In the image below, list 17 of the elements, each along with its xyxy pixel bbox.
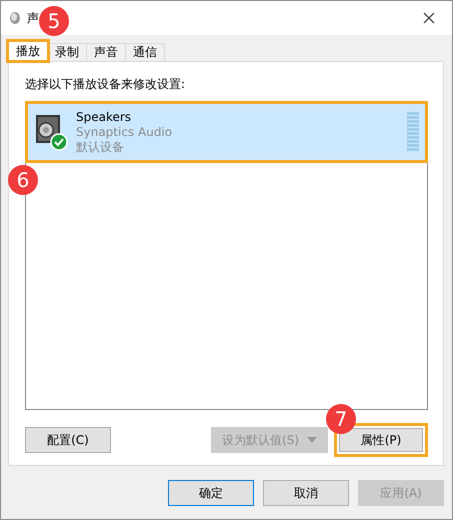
tab[interactable]: 播放 xyxy=(8,41,48,61)
speaker-icon xyxy=(34,113,68,151)
device-name: Speakers xyxy=(76,110,132,124)
device-status: 默认设备 xyxy=(76,140,125,154)
device-item[interactable]: Speakers Synaptics Audio 默认设备 xyxy=(28,104,425,160)
device-driver: Synaptics Audio xyxy=(76,124,174,140)
caret-icon xyxy=(307,437,317,443)
dialog-button[interactable]: 取消 xyxy=(263,480,349,506)
close-icon xyxy=(423,12,435,24)
instruction-text: 选择以下播放设备来修改设置: xyxy=(25,76,186,93)
tab[interactable]: 通信 xyxy=(125,43,165,61)
tab[interactable]: 录制 xyxy=(47,43,87,61)
panel-button[interactable]: 配置(C) xyxy=(25,427,111,453)
volume-meter-icon xyxy=(407,112,419,152)
dialog-button[interactable]: 确定 xyxy=(168,480,254,506)
speaker-icon xyxy=(9,11,21,25)
window-title: 声 xyxy=(27,10,39,26)
